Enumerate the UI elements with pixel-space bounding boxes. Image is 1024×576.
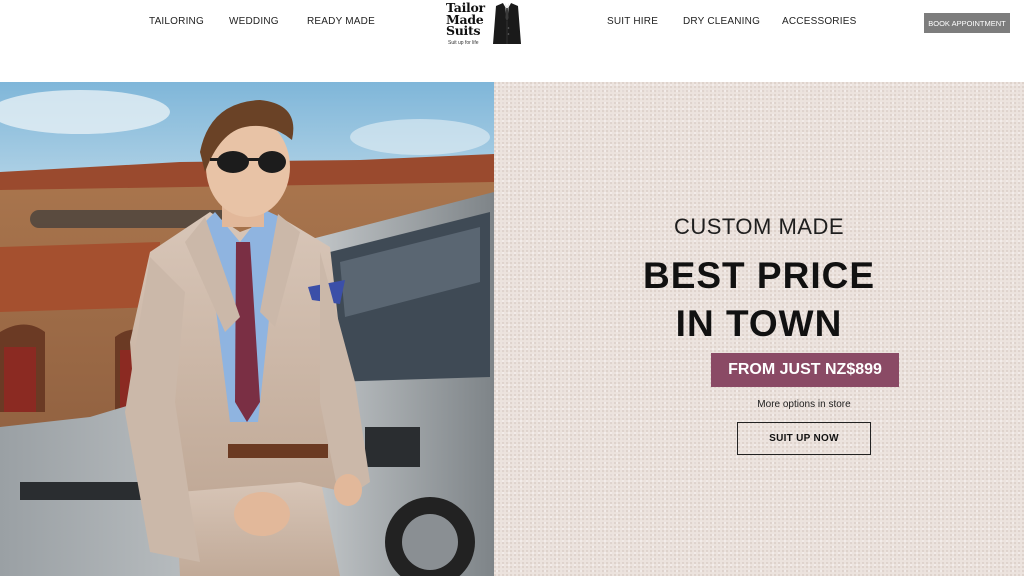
logo-tagline: Suit up for life [448, 40, 479, 46]
header-spacer [0, 52, 1024, 82]
hero-kicker: CUSTOM MADE [673, 214, 845, 239]
nav-accessories[interactable]: ACCESSORIES [782, 16, 856, 27]
more-options-note: More options in store [757, 399, 851, 410]
hero-headline-line-1: BEST PRICE [642, 255, 876, 296]
site-logo[interactable]: Tailor Made Suits Suit up for life [446, 2, 524, 48]
hero-promo-panel: CUSTOM MADE BEST PRICE IN TOWN FROM JUST… [494, 82, 1024, 576]
hero-headline: BEST PRICE IN TOWN [494, 252, 1024, 348]
nav-ready-made[interactable]: READY MADE [307, 16, 375, 27]
nav-wedding[interactable]: WEDDING [229, 16, 279, 27]
logo-wordmark: Tailor Made Suits [446, 2, 485, 37]
logo-line-3: Suits [446, 23, 481, 38]
nav-suit-hire[interactable]: SUIT HIRE [607, 16, 658, 27]
hero-headline-line-2: IN TOWN [675, 303, 843, 344]
hero-image [0, 82, 494, 576]
site-header: TAILORING WEDDING READY MADE Tailor Made… [0, 0, 1024, 52]
suit-up-now-button[interactable]: SUIT UP NOW [737, 422, 871, 455]
nav-tailoring[interactable]: TAILORING [149, 16, 204, 27]
book-appointment-button[interactable]: BOOK APPOINTMENT [924, 13, 1010, 33]
price-badge: FROM JUST NZ$899 [711, 353, 899, 387]
hero-photo-illustration [0, 82, 494, 576]
suit-jacket-icon [493, 3, 521, 44]
nav-dry-cleaning[interactable]: DRY CLEANING [683, 16, 760, 27]
